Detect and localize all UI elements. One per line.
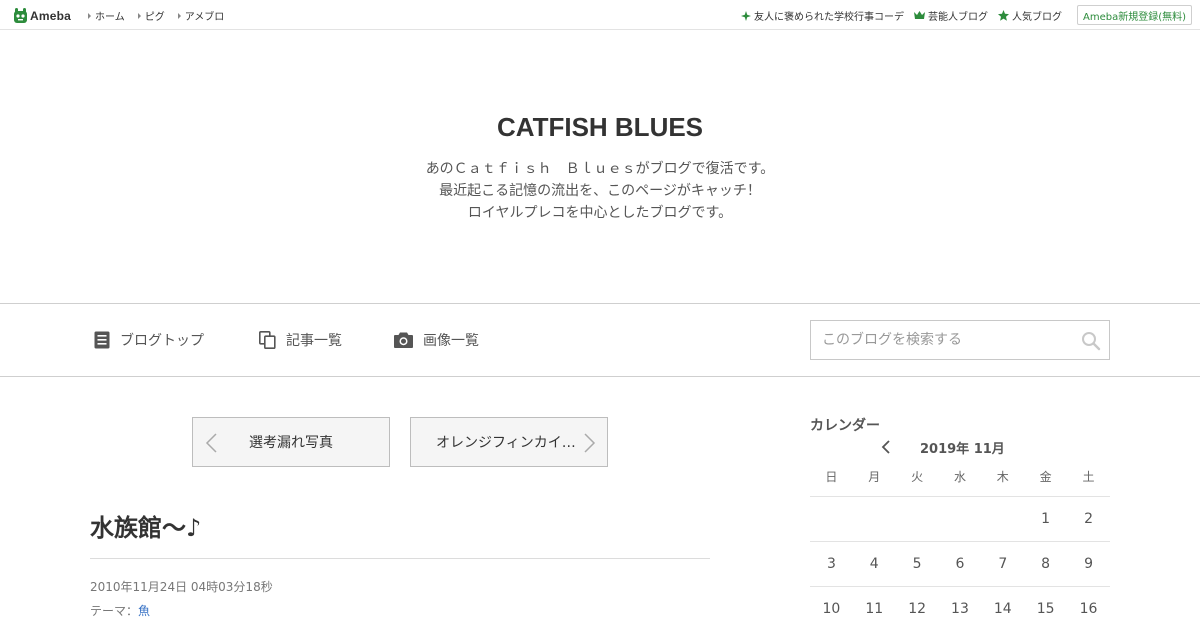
entry-theme-link[interactable]: 魚: [138, 604, 150, 618]
blog-search-box: [810, 320, 1110, 360]
next-entry-button[interactable]: オレンジフィンカイ…: [410, 417, 608, 467]
calendar-weekday: 木: [981, 458, 1025, 497]
nav-entry-list[interactable]: 記事一覧: [259, 330, 342, 350]
global-nav-home[interactable]: ホーム: [88, 8, 125, 23]
calendar-week-row: 1 2: [810, 496, 1110, 542]
calendar-weekday: 土: [1067, 458, 1110, 497]
calendar-month: 2019年 11月: [920, 442, 1005, 457]
calendar-day: 9: [1067, 541, 1110, 587]
calendar-week-row: 10 11 12 13 14 15 16: [810, 586, 1110, 630]
calendar-day: 8: [1024, 541, 1068, 587]
signup-button[interactable]: Ameba新規登録(無料): [1077, 5, 1192, 25]
calendar-day: 3: [810, 541, 853, 587]
ameba-logo[interactable]: Ameba: [13, 7, 71, 24]
triangle-bullet-icon: [137, 12, 141, 19]
next-entry-label: オレンジフィンカイ…: [436, 435, 576, 451]
top-bar: Ameba ホーム ピグ アメブロ 友人に褒められた学校行事コーデ 芸能人ブログ…: [0, 0, 1200, 30]
featured-link-coordinate[interactable]: 友人に褒められた学校行事コーデ: [741, 8, 904, 23]
featured-link-label: 芸能人ブログ: [928, 12, 988, 23]
calendar-day: [981, 496, 1025, 542]
calendar-weekday: 火: [895, 458, 939, 497]
calendar-day: 15: [1024, 586, 1068, 630]
entry-date: 2010年11月24日 04時03分18秒: [90, 580, 273, 594]
calendar-day: 14: [981, 586, 1025, 630]
nav-image-list[interactable]: 画像一覧: [394, 330, 479, 350]
calendar-day: 2: [1067, 496, 1110, 542]
entry-theme-prefix: テーマ：: [90, 604, 139, 618]
entry-divider: [90, 558, 710, 559]
logo-text: Ameba: [30, 8, 72, 23]
blog-nav-bar: ブログトップ 記事一覧 画像一覧: [0, 303, 1200, 377]
crown-icon: [914, 11, 925, 20]
calendar-heading: カレンダー: [810, 418, 880, 434]
chevron-left-icon: [205, 433, 217, 453]
calendar-day: 5: [895, 541, 939, 587]
ameba-logo-icon: [14, 8, 27, 23]
global-nav-ameblo[interactable]: アメブロ: [177, 8, 225, 23]
blog-description: あのＣａｔｆｉｓｈ Ｂｌｕｅｓがブログで復活です。 最近起こる記憶の流出を、この…: [0, 158, 1200, 224]
global-nav-label: アメブロ: [184, 12, 225, 23]
document-icon: [94, 331, 110, 349]
calendar-day: 7: [981, 541, 1025, 587]
nav-label: 画像一覧: [423, 333, 479, 349]
prev-entry-button[interactable]: 選考漏れ写真: [192, 417, 390, 467]
featured-link-popular[interactable]: 人気ブログ: [998, 8, 1062, 23]
featured-link-label: 人気ブログ: [1012, 12, 1062, 23]
calendar-weekday-row: 日 月 火 水 木 金 土: [810, 458, 1110, 497]
calendar-day: 6: [938, 541, 982, 587]
calendar-day: [895, 496, 939, 542]
triangle-bullet-icon: [177, 12, 181, 19]
nav-label: 記事一覧: [286, 333, 342, 349]
calendar-weekday: 月: [852, 458, 896, 497]
blog-description-line: あのＣａｔｆｉｓｈ Ｂｌｕｅｓがブログで復活です。: [425, 161, 775, 177]
global-nav-pigg[interactable]: ピグ: [137, 8, 165, 23]
calendar-day: 16: [1067, 586, 1110, 630]
copy-pages-icon: [259, 331, 276, 349]
blog-search-input[interactable]: [811, 321, 1071, 359]
featured-link-label: 友人に褒められた学校行事コーデ: [754, 12, 904, 23]
blog-title[interactable]: CATFISH BLUES: [0, 112, 1200, 143]
prev-entry-label: 選考漏れ写真: [249, 435, 333, 451]
calendar-day: [852, 496, 896, 542]
search-icon[interactable]: [1081, 331, 1101, 351]
calendar-day: 4: [852, 541, 896, 587]
calendar-table: 日 月 火 水 木 金 土 1 2 3 4 5 6 7 8 9 10 11 12…: [810, 458, 1110, 630]
calendar-week-row: 3 4 5 6 7 8 9: [810, 541, 1110, 587]
blog-description-line: ロイヤルプレコを中心としたブログです。: [467, 205, 733, 221]
global-nav-label: ホーム: [95, 12, 125, 23]
sparkle-icon: [741, 10, 751, 21]
calendar-day: [810, 496, 853, 542]
triangle-bullet-icon: [88, 12, 91, 19]
calendar-weekday: 水: [938, 458, 982, 497]
global-nav-label: ピグ: [144, 12, 165, 23]
star-icon: [998, 10, 1009, 21]
calendar-day: 12: [895, 586, 939, 630]
calendar-day: 10: [810, 586, 853, 630]
calendar-day: [938, 496, 982, 542]
calendar-prev-month-icon[interactable]: [880, 440, 894, 454]
featured-links: 友人に褒められた学校行事コーデ 芸能人ブログ 人気ブログ: [731, 8, 1062, 23]
calendar-weekday: 日: [810, 458, 853, 497]
global-nav: ホーム ピグ アメブロ: [88, 8, 237, 23]
calendar-day: 11: [852, 586, 896, 630]
calendar-day: 13: [938, 586, 982, 630]
entry-theme: テーマ：魚: [90, 602, 150, 619]
entry-title[interactable]: 水族館～♪: [90, 508, 201, 543]
chevron-right-icon: [584, 433, 596, 453]
blog-description-line: 最近起こる記憶の流出を、このページがキャッチ！: [439, 183, 761, 199]
camera-icon: [394, 332, 413, 348]
calendar-day: 1: [1024, 496, 1068, 542]
nav-blog-top[interactable]: ブログトップ: [94, 330, 204, 350]
calendar-weekday: 金: [1024, 458, 1068, 497]
featured-link-celebrity[interactable]: 芸能人ブログ: [914, 8, 988, 23]
nav-label: ブログトップ: [120, 333, 204, 349]
